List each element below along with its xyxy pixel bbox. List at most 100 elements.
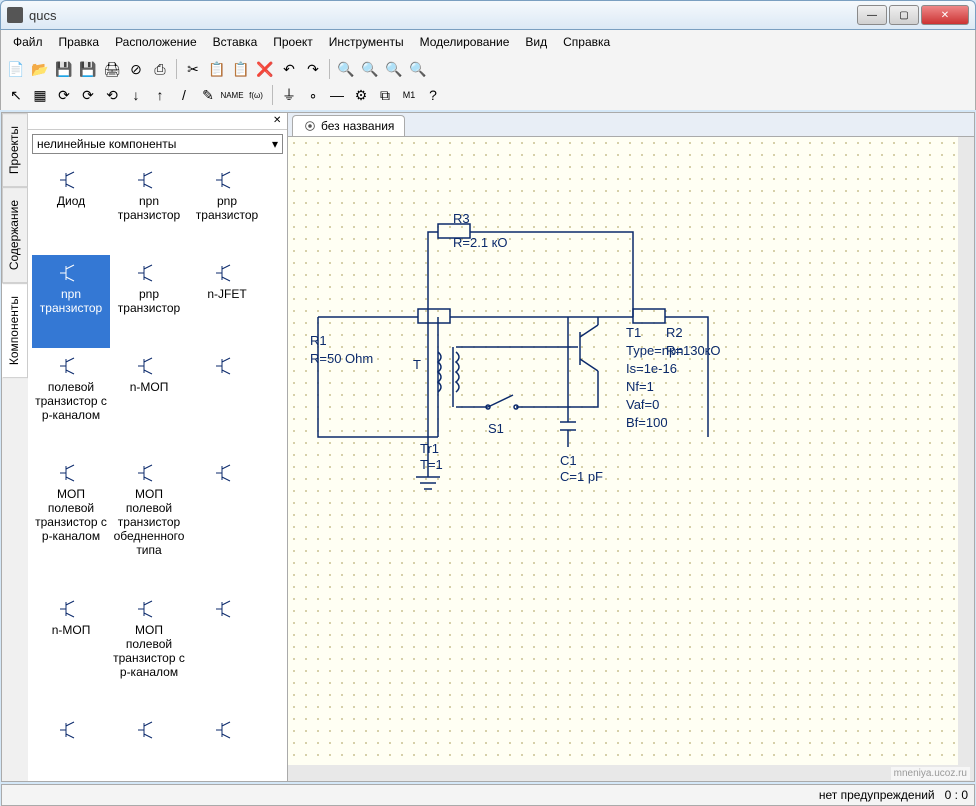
tab-projects[interactable]: Проекты [2, 113, 28, 187]
component-label: полевой транзистор с p-каналом [34, 380, 108, 422]
component-item[interactable] [188, 712, 266, 777]
copy-icon[interactable]: 📋 [206, 58, 228, 80]
canvas-area: без названия [288, 113, 974, 781]
zoom1-icon[interactable]: 🔍 [407, 58, 429, 80]
saveall-icon[interactable]: 💾 [77, 58, 99, 80]
menu-help[interactable]: Справка [557, 33, 616, 51]
svg-text:R=50 Ohm: R=50 Ohm [310, 351, 373, 366]
component-item[interactable]: Диод [32, 162, 110, 255]
component-symbol-icon [190, 259, 264, 287]
component-symbol-icon [112, 259, 186, 287]
workspace: Проекты Содержание Компоненты ✕ нелинейн… [1, 112, 975, 782]
tab-components[interactable]: Компоненты [2, 283, 28, 378]
component-item[interactable]: pnp транзистор [188, 162, 266, 255]
line-icon[interactable]: — [326, 84, 348, 106]
component-item[interactable] [188, 455, 266, 590]
save-icon[interactable]: 💾 [53, 58, 75, 80]
svg-text:Vaf=0: Vaf=0 [626, 397, 659, 412]
component-label: pnp транзистор [190, 194, 264, 222]
zoomfit-icon[interactable]: 🔍 [383, 58, 405, 80]
toolbar-main: 📄 📂 💾 💾 🖨 ⊘ ⎙ ✂ 📋 📋 ❌ ↶ ↷ 🔍 🔍 🔍 🔍 [5, 56, 971, 82]
wire-icon[interactable]: / [173, 84, 195, 106]
redo-icon[interactable]: ↷ [302, 58, 324, 80]
printfit-icon[interactable]: ⎙ [149, 58, 171, 80]
rotate-icon[interactable]: ⟳ [53, 84, 75, 106]
component-item[interactable]: npn транзистор [110, 162, 188, 255]
menu-simulation[interactable]: Моделирование [414, 33, 516, 51]
document-tab[interactable]: без названия [292, 115, 405, 136]
component-category-dropdown[interactable]: нелинейные компоненты ▾ [32, 134, 283, 154]
maximize-button[interactable]: ▢ [889, 5, 919, 25]
component-item[interactable]: МОП полевой транзистор с p-каналом [110, 591, 188, 712]
paste-icon[interactable]: 📋 [230, 58, 252, 80]
delete-icon[interactable]: ⊘ [125, 58, 147, 80]
component-item[interactable]: n-JFET [188, 255, 266, 348]
marker-icon[interactable]: M1 [398, 84, 420, 106]
ground-icon[interactable]: ⏚ [278, 84, 300, 106]
toolbar-edit: ↖ ▦ ⟳ ⟳ ⟲ ↓ ↑ / ✎ NAME f(ω) ⏚ ∘ — ⚙ ⧉ M1… [5, 82, 971, 108]
panel-close-icon[interactable]: ✕ [273, 115, 285, 127]
component-symbol-icon [112, 716, 186, 744]
component-symbol-icon [34, 716, 108, 744]
component-item[interactable] [32, 712, 110, 777]
name-icon[interactable]: NAME [221, 84, 243, 106]
menu-file[interactable]: Файл [7, 33, 49, 51]
component-item[interactable]: pnp транзистор [110, 255, 188, 348]
component-symbol-icon [190, 459, 264, 487]
menu-layout[interactable]: Расположение [109, 33, 203, 51]
menu-view[interactable]: Вид [519, 33, 553, 51]
close-button[interactable]: ✕ [921, 5, 969, 25]
component-symbol-icon [112, 352, 186, 380]
window-controls: — ▢ ✕ [855, 5, 969, 25]
component-item[interactable]: n-МОП [32, 591, 110, 712]
tab-contents[interactable]: Содержание [2, 187, 28, 283]
svg-text:R2: R2 [666, 325, 683, 340]
moveup-icon[interactable]: ↑ [149, 84, 171, 106]
remove-icon[interactable]: ❌ [254, 58, 276, 80]
menu-project[interactable]: Проект [267, 33, 319, 51]
menu-tools[interactable]: Инструменты [323, 33, 410, 51]
component-label: n-JFET [190, 287, 264, 301]
component-item[interactable] [188, 348, 266, 455]
component-item[interactable] [110, 712, 188, 777]
rotccw-icon[interactable]: ⟲ [101, 84, 123, 106]
svg-text:T: T [413, 357, 421, 372]
svg-text:C=1 pF: C=1 pF [560, 469, 603, 484]
component-item[interactable]: npn транзистор [32, 255, 110, 348]
undo-icon[interactable]: ↶ [278, 58, 300, 80]
component-item[interactable]: МОП полевой транзистор с p-каналом [32, 455, 110, 590]
zoomout-icon[interactable]: 🔍 [359, 58, 381, 80]
movedown-icon[interactable]: ↓ [125, 84, 147, 106]
component-item[interactable] [188, 591, 266, 712]
component-item[interactable]: n-МОП [110, 348, 188, 455]
zoomin-icon[interactable]: 🔍 [335, 58, 357, 80]
cut-icon[interactable]: ✂ [182, 58, 204, 80]
open-icon[interactable]: 📂 [29, 58, 51, 80]
pencil-icon[interactable]: ✎ [197, 84, 219, 106]
print-icon[interactable]: 🖨 [101, 58, 123, 80]
component-item[interactable]: полевой транзистор с p-каналом [32, 348, 110, 455]
new-icon[interactable]: 📄 [5, 58, 27, 80]
component-panel: ✕ нелинейные компоненты ▾ Диодnpn транзи… [28, 113, 288, 781]
equation-icon[interactable]: f(ω) [245, 84, 267, 106]
component-list[interactable]: Диодnpn транзисторpnp транзисторnpn тран… [28, 158, 287, 781]
menu-insert[interactable]: Вставка [207, 33, 264, 51]
help-icon[interactable]: ? [422, 84, 444, 106]
svg-text:R1: R1 [310, 333, 327, 348]
gear-icon[interactable]: ⚙ [350, 84, 372, 106]
component-item[interactable]: МОП полевой транзистор обедненного типа [110, 455, 188, 590]
rotate2-icon[interactable]: ⟳ [77, 84, 99, 106]
minimize-button[interactable]: — [857, 5, 887, 25]
window-title: qucs [29, 8, 855, 23]
grid-icon[interactable]: ▦ [29, 84, 51, 106]
simulate-icon[interactable]: ⧉ [374, 84, 396, 106]
schematic-canvas[interactable]: R3 R=2.1 кО R1 R=50 Ohm R2 R=130кО T1 Ty… [288, 137, 974, 781]
menu-edit[interactable]: Правка [53, 33, 106, 51]
component-symbol-icon [190, 352, 264, 380]
component-symbol-icon [190, 166, 264, 194]
window-titlebar: qucs — ▢ ✕ [0, 0, 976, 30]
side-tab-strip: Проекты Содержание Компоненты [2, 113, 28, 781]
select-icon[interactable]: ↖ [5, 84, 27, 106]
svg-text:C1: C1 [560, 453, 577, 468]
port-icon[interactable]: ∘ [302, 84, 324, 106]
